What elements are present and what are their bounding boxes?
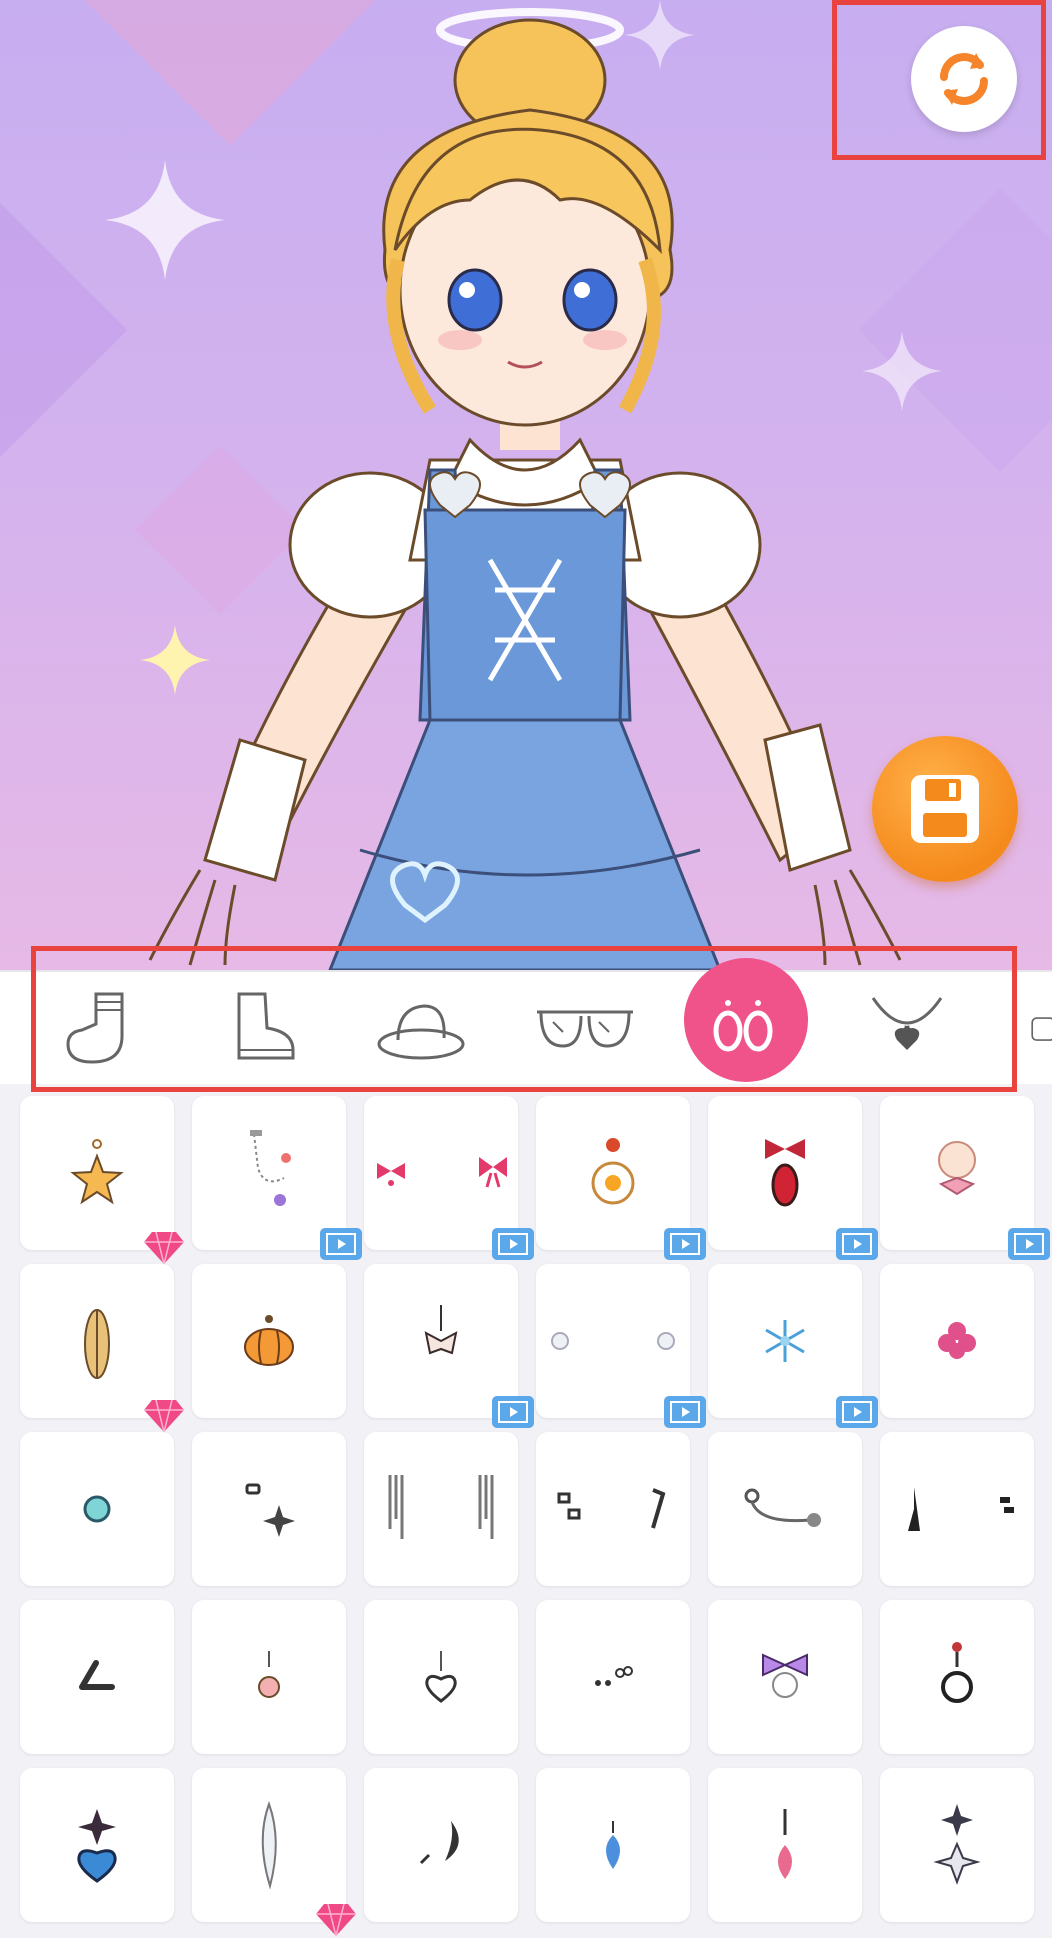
quill-earring-icon: [261, 1801, 277, 1890]
video-icon: [326, 1233, 356, 1255]
gem-badge-icon: [144, 1399, 184, 1433]
drip-earring-icon: [388, 1475, 494, 1539]
cuff-earring-icon: [79, 1660, 115, 1690]
video-ad-badge: [1008, 1228, 1050, 1260]
bag-icon: [1031, 1017, 1052, 1041]
item-cell[interactable]: [536, 1600, 690, 1754]
item-cell[interactable]: [20, 1768, 174, 1922]
item-cell[interactable]: [364, 1096, 534, 1260]
save-icon: [911, 775, 979, 843]
item-cell[interactable]: [708, 1600, 862, 1754]
item-cell[interactable]: [880, 1264, 1034, 1418]
video-ad-badge: [836, 1228, 878, 1260]
item-cell[interactable]: [192, 1096, 362, 1260]
pearl-stud-icon: [551, 1332, 675, 1350]
star-earring-icon: [70, 1139, 124, 1205]
video-icon: [498, 1401, 528, 1423]
snowflake-earring-icon: [765, 1320, 805, 1362]
flower-earring-icon: [591, 1138, 635, 1205]
ruby-earring-icon: [765, 1139, 805, 1207]
heart-dangle-icon: [425, 1651, 457, 1703]
save-button[interactable]: [872, 736, 1018, 882]
blue-heart-drop-icon: [77, 1809, 117, 1883]
gem-badge-icon: [316, 1903, 356, 1937]
refresh-highlight-box: [832, 0, 1046, 160]
hoop-bead-icon: [744, 1488, 821, 1527]
item-cell[interactable]: [20, 1600, 174, 1754]
sparkle-earring-icon: [245, 1483, 295, 1537]
item-cell[interactable]: [20, 1432, 174, 1586]
item-cell[interactable]: [192, 1768, 356, 1937]
video-ad-badge: [492, 1228, 534, 1260]
item-cell[interactable]: [536, 1096, 706, 1260]
teal-stud-icon: [83, 1495, 111, 1523]
paw-earring-icon: [258, 1651, 280, 1698]
moon-earring-icon: [419, 1821, 459, 1865]
video-icon: [498, 1233, 528, 1255]
bow-earring-icon: [377, 1157, 507, 1188]
double-star-icon: [933, 1804, 981, 1885]
black-dangle-icon: [908, 1487, 1014, 1531]
character-stage: [0, 0, 1052, 970]
item-cell[interactable]: [192, 1600, 346, 1754]
video-ad-badge: [320, 1228, 362, 1260]
pumpkin-earring-icon: [244, 1315, 294, 1366]
bunny-bow-icon: [762, 1653, 808, 1698]
video-icon: [842, 1401, 872, 1423]
item-cell[interactable]: [364, 1600, 518, 1754]
item-cell[interactable]: [364, 1768, 518, 1922]
item-cell[interactable]: [20, 1096, 184, 1265]
pearl-bow-earring-icon: [938, 1141, 976, 1196]
video-icon: [670, 1401, 700, 1423]
gem-badge-icon: [144, 1231, 184, 1265]
chain-earring-icon: [250, 1130, 291, 1206]
item-cell[interactable]: [536, 1768, 690, 1922]
pink-drop-icon: [778, 1809, 792, 1879]
tabs-highlight-box: [31, 946, 1017, 1092]
item-cell[interactable]: [708, 1432, 862, 1586]
item-cell[interactable]: [708, 1768, 862, 1922]
tab-next-partial[interactable]: [1030, 972, 1052, 1084]
item-cell[interactable]: [536, 1264, 706, 1428]
video-ad-badge: [664, 1396, 706, 1428]
video-ad-badge: [492, 1396, 534, 1428]
feather-earring-icon: [84, 1309, 110, 1379]
item-cell[interactable]: [192, 1432, 346, 1586]
item-cell[interactable]: [880, 1096, 1050, 1260]
video-ad-badge: [836, 1396, 878, 1428]
note-earring-icon: [557, 1488, 666, 1529]
ring-drop-icon: [941, 1642, 973, 1703]
item-cell[interactable]: [536, 1432, 690, 1586]
blue-flame-icon: [606, 1821, 620, 1869]
item-cell[interactable]: [880, 1432, 1034, 1586]
item-cell[interactable]: [880, 1768, 1034, 1922]
video-icon: [1014, 1233, 1044, 1255]
dot-cluster-icon: [595, 1666, 633, 1686]
item-cell[interactable]: [364, 1264, 534, 1428]
item-cell[interactable]: [364, 1432, 518, 1586]
butterfly-earring-icon: [424, 1305, 458, 1355]
video-icon: [670, 1233, 700, 1255]
item-cell[interactable]: [708, 1264, 878, 1428]
video-ad-badge: [664, 1228, 706, 1260]
item-cell[interactable]: [880, 1600, 1034, 1754]
clover-earring-icon: [938, 1322, 976, 1359]
item-cell[interactable]: [20, 1264, 184, 1433]
item-cell[interactable]: [192, 1264, 346, 1418]
video-icon: [842, 1233, 872, 1255]
item-cell[interactable]: [708, 1096, 878, 1260]
